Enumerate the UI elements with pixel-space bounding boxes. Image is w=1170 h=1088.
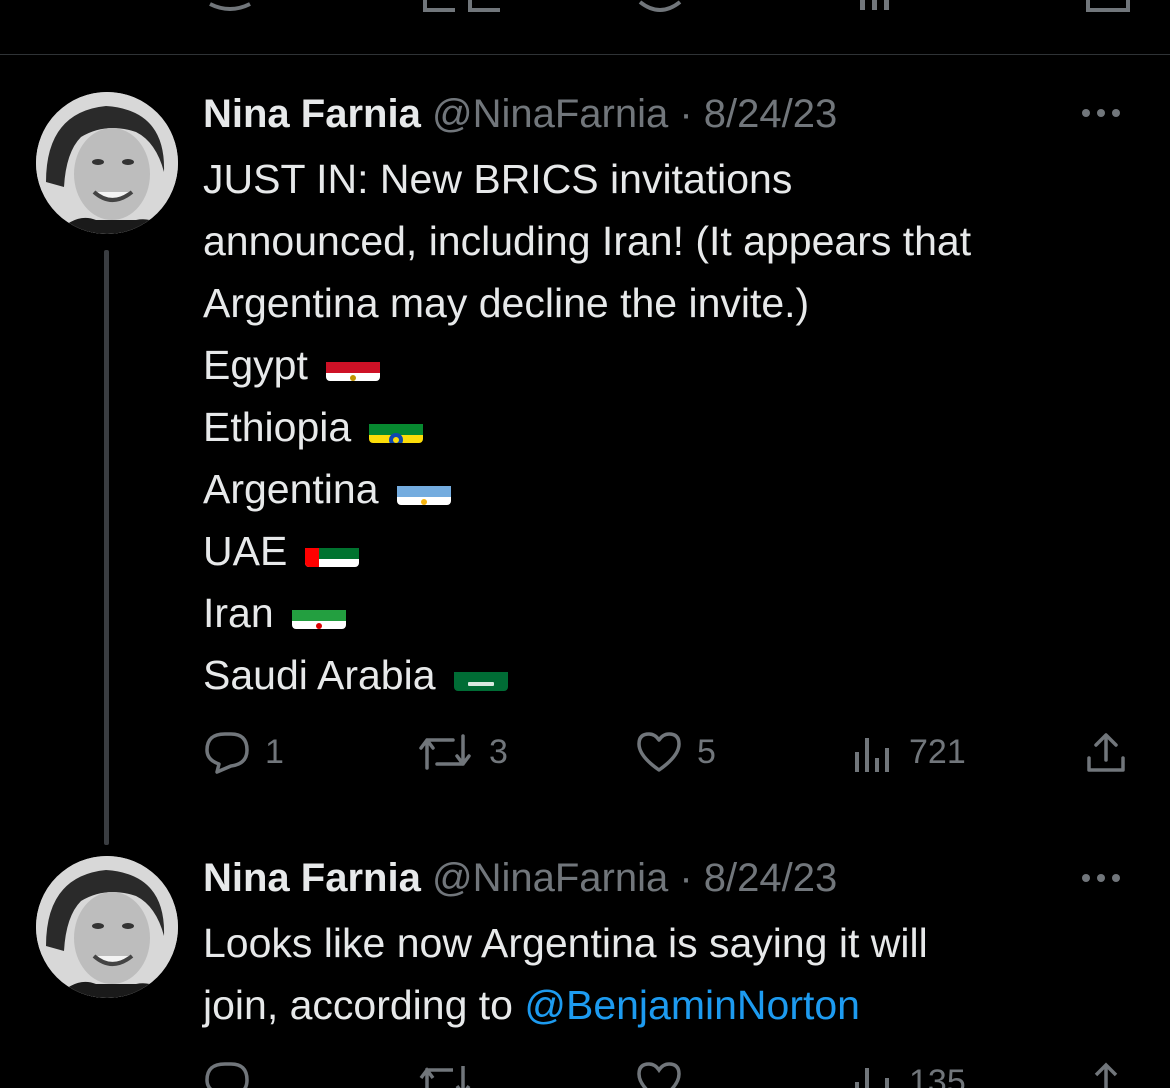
text-line: JUST IN: New BRICS invitations — [203, 156, 793, 202]
author-handle[interactable]: @NinaFarnia — [432, 92, 668, 136]
tweet-actions: 135 — [203, 1060, 1133, 1088]
more-options-icon[interactable] — [1082, 868, 1132, 888]
share-button[interactable] — [1083, 1060, 1129, 1088]
reply-button[interactable] — [203, 1060, 251, 1088]
reply-count: 1 — [265, 732, 284, 771]
views-count: 135 — [909, 1062, 966, 1088]
tweet-header: Nina Farnia @NinaFarnia · 8/24/23 — [203, 855, 837, 901]
retweet-button[interactable] — [415, 1060, 475, 1088]
egypt-flag-icon — [325, 349, 380, 381]
tweet-text: Looks like now Argentina is saying it wi… — [203, 912, 1143, 1036]
analytics-icon — [855, 1068, 889, 1088]
ethiopia-flag-icon — [369, 411, 424, 443]
text-line: Looks like now Argentina is saying it wi… — [203, 920, 928, 966]
author-name[interactable]: Nina Farnia — [203, 856, 421, 900]
country-line: UAE — [203, 520, 1143, 582]
country-name: Argentina — [203, 466, 379, 512]
saudi-arabia-flag-icon — [453, 659, 508, 691]
argentina-flag-icon — [396, 473, 451, 505]
like-count: 5 — [697, 732, 716, 771]
country-name: UAE — [203, 528, 288, 574]
views-count: 721 — [909, 732, 966, 771]
divider — [0, 54, 1170, 55]
country-line: Saudi Arabia — [203, 644, 1143, 706]
views-button[interactable]: 135 — [851, 1060, 966, 1088]
like-button[interactable]: 5 — [635, 730, 716, 774]
reply-icon — [205, 1062, 249, 1088]
text-line: Argentina may decline the invite.) — [203, 280, 810, 326]
like-button[interactable] — [635, 1060, 683, 1088]
reply-button[interactable]: 1 — [203, 730, 284, 774]
country-name: Ethiopia — [203, 404, 352, 450]
country-name: Iran — [203, 590, 274, 636]
tweet-date[interactable]: 8/24/23 — [704, 92, 837, 136]
author-handle[interactable]: @NinaFarnia — [432, 856, 668, 900]
share-button[interactable] — [1083, 730, 1129, 776]
tweet-date[interactable]: 8/24/23 — [704, 856, 837, 900]
country-name: Saudi Arabia — [203, 652, 436, 698]
country-line: Iran — [203, 582, 1143, 644]
retweet-button[interactable]: 3 — [415, 730, 508, 774]
thread-connector — [104, 250, 109, 845]
separator: · — [679, 856, 693, 900]
country-line: Argentina — [203, 458, 1143, 520]
separator: · — [679, 92, 693, 136]
reply-icon — [205, 732, 249, 774]
mention-link[interactable]: @BenjaminNorton — [524, 974, 860, 1036]
avatar[interactable] — [36, 92, 178, 234]
iran-flag-icon — [291, 597, 346, 629]
tweet-actions: 1 3 5 721 — [203, 730, 1133, 780]
retweet-count: 3 — [489, 732, 508, 771]
avatar[interactable] — [36, 856, 178, 998]
tweet-text: JUST IN: New BRICS invitations announced… — [203, 148, 1143, 706]
text-line: join, according to @BenjaminNorton — [203, 974, 1143, 1036]
tweet-header: Nina Farnia @NinaFarnia · 8/24/23 — [203, 91, 837, 137]
heart-icon — [637, 1062, 681, 1088]
retweet-icon — [419, 734, 471, 770]
country-name: Egypt — [203, 342, 308, 388]
text-fragment: join, according to — [203, 982, 525, 1028]
uae-flag-icon — [305, 535, 360, 567]
thread-view: Nina Farnia @NinaFarnia · 8/24/23 JUST I… — [0, 0, 1170, 1088]
more-options-icon[interactable] — [1082, 103, 1132, 123]
share-icon — [1087, 1062, 1125, 1088]
author-name[interactable]: Nina Farnia — [203, 92, 421, 136]
previous-tweet-actions — [0, 0, 1170, 30]
views-button[interactable]: 721 — [851, 730, 966, 774]
text-line: announced, including Iran! (It appears t… — [203, 218, 972, 264]
share-icon — [1087, 733, 1125, 772]
country-line: Ethiopia — [203, 396, 1143, 458]
country-line: Egypt — [203, 334, 1143, 396]
analytics-icon — [855, 738, 889, 772]
retweet-icon — [419, 1066, 471, 1088]
heart-icon — [637, 732, 681, 772]
